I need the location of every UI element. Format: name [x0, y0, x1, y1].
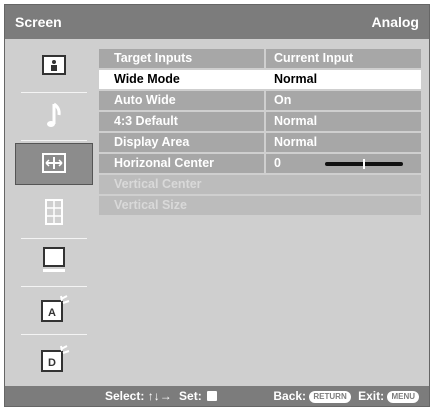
row-value: Normal [274, 72, 318, 86]
row-value: 0 [274, 156, 281, 170]
exit-label: Exit: [358, 389, 385, 403]
row-vertical-size: Vertical Size [99, 196, 421, 215]
set-key-icon [207, 391, 218, 401]
analog-input-icon: A [41, 295, 70, 322]
row-label: Wide Mode [114, 72, 180, 86]
row-wide-mode[interactable]: Wide Mode Normal [99, 70, 421, 89]
row-horizonal-center[interactable]: Horizonal Center 0 [99, 154, 421, 173]
row-label: Vertical Size [114, 198, 187, 212]
sidebar-item-screen[interactable] [15, 141, 93, 189]
select-label: Select: [105, 389, 145, 403]
back-label: Back: [273, 389, 307, 403]
sidebar-item-sound[interactable] [15, 93, 93, 141]
row-value: Normal [274, 135, 318, 149]
row-value: On [274, 93, 292, 107]
sidebar-item-digital[interactable]: D [15, 335, 93, 383]
row-label: Target Inputs [114, 51, 193, 65]
row-label: Auto Wide [114, 93, 176, 107]
digital-letter: D [48, 357, 56, 369]
horizontal-center-slider[interactable] [325, 159, 403, 169]
row-label: 4:3 Default [114, 114, 178, 128]
slider-thumb[interactable] [363, 159, 365, 169]
row-label: Horizonal Center [114, 156, 215, 170]
music-note-icon [47, 102, 61, 127]
digital-input-icon: D [41, 345, 70, 372]
picture-settings-icon [42, 55, 66, 75]
sidebar-item-setup[interactable] [15, 191, 93, 239]
monitor-icon [43, 247, 65, 272]
analog-letter: A [48, 307, 56, 319]
row-label: Vertical Center [114, 177, 202, 191]
sidebar-item-pc[interactable] [15, 239, 93, 287]
row-label: Display Area [114, 135, 190, 149]
row-4-3-default[interactable]: 4:3 Default Normal [99, 112, 421, 131]
settings-panel: Target Inputs Current Input Wide Mode No… [99, 49, 421, 393]
row-target-inputs[interactable]: Target Inputs Current Input [99, 49, 421, 68]
row-auto-wide[interactable]: Auto Wide On [99, 91, 421, 110]
return-key-icon: RETURN [309, 391, 351, 403]
menu-title: Screen [15, 14, 62, 30]
footer-nav-hint: Back: RETURN Exit: MENU [273, 389, 419, 403]
set-label: Set: [179, 389, 202, 403]
screen-resize-icon [42, 153, 66, 173]
osd-window: Screen Analog A D Target Inputs Current … [4, 4, 430, 407]
input-mode-label: Analog [371, 14, 419, 30]
sidebar-item-analog[interactable]: A [15, 287, 93, 335]
sidebar: A D [15, 45, 93, 390]
arrow-keys-icon: ↑↓→ [147, 389, 172, 403]
row-value: Normal [274, 114, 318, 128]
grid-settings-icon [45, 199, 63, 225]
title-bar: Screen Analog [5, 5, 429, 39]
footer-select-hint: Select: ↑↓→ Set: [105, 389, 219, 403]
footer-bar: Select: ↑↓→ Set: Back: RETURN Exit: MENU [5, 386, 429, 406]
sidebar-item-picture[interactable] [15, 45, 93, 93]
menu-key-icon: MENU [387, 391, 419, 403]
row-vertical-center: Vertical Center [99, 175, 421, 194]
row-value: Current Input [274, 51, 354, 65]
row-display-area[interactable]: Display Area Normal [99, 133, 421, 152]
